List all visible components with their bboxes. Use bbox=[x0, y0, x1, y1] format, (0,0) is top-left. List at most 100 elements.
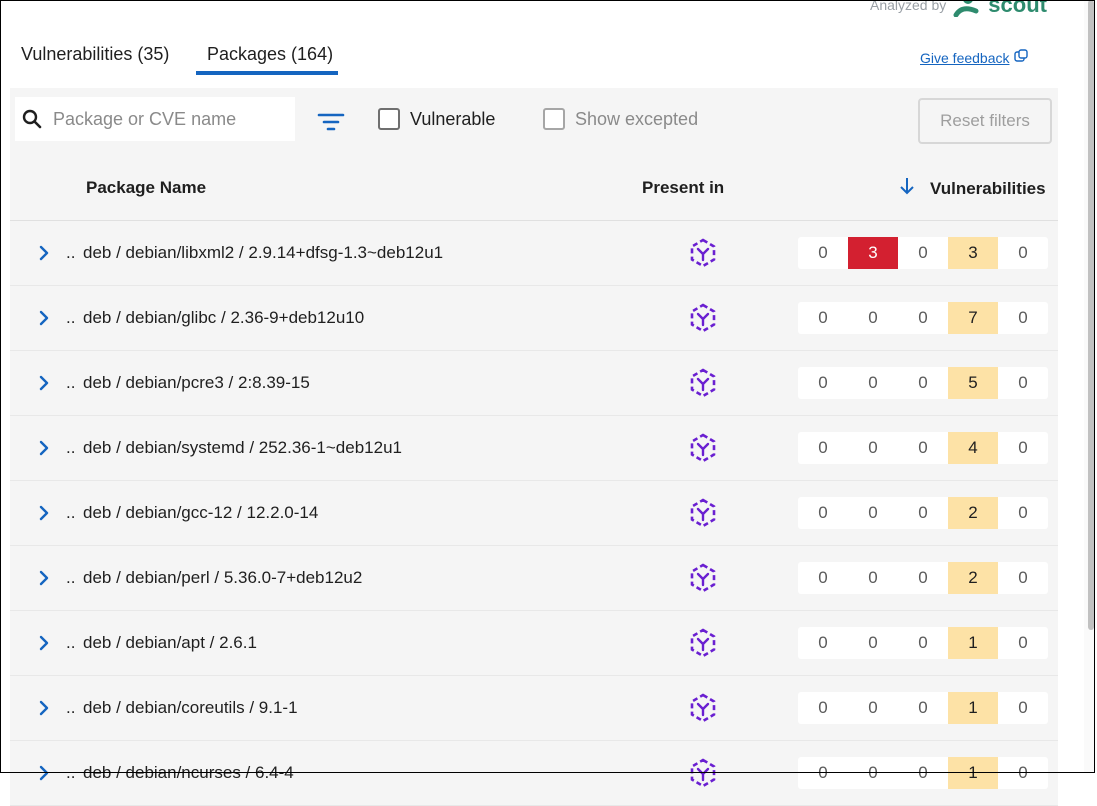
give-feedback-link[interactable]: Give feedback bbox=[920, 49, 1028, 66]
search-box[interactable] bbox=[15, 97, 295, 141]
low-count: 3 bbox=[948, 237, 998, 269]
medium-count: 0 bbox=[918, 633, 928, 652]
package-name[interactable]: deb / debian/systemd / 252.36-1~deb12u1 bbox=[83, 438, 402, 458]
give-feedback-label: Give feedback bbox=[920, 49, 1010, 66]
package-name[interactable]: deb / debian/gcc-12 / 12.2.0-14 bbox=[83, 503, 318, 523]
expand-chevron-icon[interactable] bbox=[34, 696, 54, 720]
unspecified-count: 0 bbox=[1018, 373, 1028, 392]
layer-icon[interactable] bbox=[687, 497, 719, 529]
critical-count: 0 bbox=[818, 308, 828, 327]
expand-chevron-icon[interactable] bbox=[34, 761, 54, 785]
active-tab-indicator bbox=[196, 71, 338, 75]
high-count: 0 bbox=[868, 568, 878, 587]
high-count: 0 bbox=[868, 373, 878, 392]
low-count: 1 bbox=[948, 627, 998, 659]
column-vulnerabilities-label: Vulnerabilities bbox=[930, 178, 1046, 198]
filter-icon[interactable] bbox=[317, 110, 345, 134]
table-row[interactable]: .. deb / debian/gcc-12 / 12.2.0-14 0 0 0 2 0 bbox=[10, 481, 1058, 546]
expand-chevron-icon[interactable] bbox=[34, 566, 54, 590]
expand-chevron-icon[interactable] bbox=[34, 306, 54, 330]
layer-icon[interactable] bbox=[687, 692, 719, 724]
column-present-in[interactable]: Present in bbox=[642, 178, 724, 198]
table-row[interactable]: .. deb / debian/systemd / 252.36-1~deb12u… bbox=[10, 416, 1058, 481]
critical-count: 0 bbox=[818, 373, 828, 392]
table-row[interactable]: .. deb / debian/libxml2 / 2.9.14+dfsg-1.3… bbox=[10, 221, 1058, 286]
vulnerable-checkbox[interactable]: Vulnerable bbox=[378, 108, 495, 130]
unspecified-count: 0 bbox=[1018, 568, 1028, 587]
low-count: 1 bbox=[948, 757, 998, 789]
vulnerable-checkbox-label: Vulnerable bbox=[410, 108, 496, 129]
expand-chevron-icon[interactable] bbox=[34, 501, 54, 525]
high-count: 0 bbox=[868, 698, 878, 717]
analyzed-by-label: Analyzed by bbox=[870, 0, 947, 13]
packages-table: Package Name Present in Vulnerabilities … bbox=[10, 154, 1058, 806]
layer-icon[interactable] bbox=[687, 367, 719, 399]
column-package-name[interactable]: Package Name bbox=[86, 178, 206, 198]
table-row[interactable]: .. deb / debian/coreutils / 9.1-1 0 0 0 1 0 bbox=[10, 676, 1058, 741]
critical-count: 0 bbox=[818, 503, 828, 522]
expand-chevron-icon[interactable] bbox=[34, 371, 54, 395]
layer-icon[interactable] bbox=[687, 237, 719, 269]
critical-count: 0 bbox=[818, 438, 828, 457]
package-name[interactable]: deb / debian/pcre3 / 2:8.39-15 bbox=[83, 373, 310, 393]
package-name[interactable]: deb / debian/perl / 5.36.0-7+deb12u2 bbox=[83, 568, 362, 588]
table-row[interactable]: .. deb / debian/pcre3 / 2:8.39-15 0 0 0 5 0 bbox=[10, 351, 1058, 416]
reset-filters-button[interactable]: Reset filters bbox=[918, 98, 1052, 144]
table-row[interactable]: .. deb / debian/apt / 2.6.1 0 0 0 1 0 bbox=[10, 611, 1058, 676]
vulnerability-counts: 0 0 0 2 0 bbox=[798, 562, 1048, 594]
row-prefix: .. bbox=[66, 438, 76, 457]
tab-vulnerabilities[interactable]: Vulnerabilities (35) bbox=[21, 44, 169, 65]
expand-chevron-icon[interactable] bbox=[34, 436, 54, 460]
layer-icon[interactable] bbox=[687, 757, 719, 789]
critical-count: 0 bbox=[818, 568, 828, 587]
show-excepted-checkbox-box[interactable] bbox=[543, 108, 565, 130]
unspecified-count: 0 bbox=[1018, 503, 1028, 522]
medium-count: 0 bbox=[918, 763, 928, 782]
low-count: 4 bbox=[948, 432, 998, 464]
vulnerability-counts: 0 0 0 4 0 bbox=[798, 432, 1048, 464]
layer-icon[interactable] bbox=[687, 432, 719, 464]
scrollbar-thumb[interactable] bbox=[1088, 0, 1094, 630]
vulnerable-checkbox-box[interactable] bbox=[378, 108, 400, 130]
scout-brand-name: scout bbox=[988, 0, 1047, 17]
critical-count: 0 bbox=[818, 633, 828, 652]
table-body: .. deb / debian/libxml2 / 2.9.14+dfsg-1.3… bbox=[10, 221, 1058, 806]
layer-icon[interactable] bbox=[687, 562, 719, 594]
layer-icon[interactable] bbox=[687, 302, 719, 334]
high-count: 0 bbox=[868, 438, 878, 457]
layer-icon[interactable] bbox=[687, 627, 719, 659]
high-count: 0 bbox=[868, 308, 878, 327]
critical-count: 0 bbox=[818, 243, 828, 262]
external-link-icon bbox=[1013, 49, 1028, 66]
search-icon bbox=[21, 108, 43, 130]
unspecified-count: 0 bbox=[1018, 633, 1028, 652]
vulnerability-counts: 0 0 0 1 0 bbox=[798, 627, 1048, 659]
vulnerability-counts: 0 3 0 3 0 bbox=[798, 237, 1048, 269]
medium-count: 0 bbox=[918, 243, 928, 262]
expand-chevron-icon[interactable] bbox=[34, 241, 54, 265]
critical-count: 0 bbox=[818, 698, 828, 717]
search-input[interactable] bbox=[51, 107, 295, 131]
vulnerability-counts: 0 0 0 7 0 bbox=[798, 302, 1048, 334]
row-prefix: .. bbox=[66, 633, 76, 652]
table-row[interactable]: .. deb / debian/glibc / 2.36-9+deb12u10 0 0… bbox=[10, 286, 1058, 351]
column-vulnerabilities[interactable]: Vulnerabilities bbox=[898, 176, 1046, 201]
high-count: 0 bbox=[868, 763, 878, 782]
critical-count: 0 bbox=[818, 763, 828, 782]
package-name[interactable]: deb / debian/apt / 2.6.1 bbox=[83, 633, 257, 653]
row-prefix: .. bbox=[66, 308, 76, 327]
package-name[interactable]: deb / debian/glibc / 2.36-9+deb12u10 bbox=[83, 308, 364, 328]
expand-chevron-icon[interactable] bbox=[34, 631, 54, 655]
unspecified-count: 0 bbox=[1018, 243, 1028, 262]
unspecified-count: 0 bbox=[1018, 698, 1028, 717]
show-excepted-checkbox[interactable]: Show excepted bbox=[543, 108, 698, 130]
show-excepted-checkbox-label: Show excepted bbox=[575, 108, 699, 129]
table-row[interactable]: .. deb / debian/perl / 5.36.0-7+deb12u2 0 0… bbox=[10, 546, 1058, 611]
package-name[interactable]: deb / debian/libxml2 / 2.9.14+dfsg-1.3~d… bbox=[83, 243, 443, 263]
package-name[interactable]: deb / debian/coreutils / 9.1-1 bbox=[83, 698, 298, 718]
medium-count: 0 bbox=[918, 373, 928, 392]
package-name[interactable]: deb / debian/ncurses / 6.4-4 bbox=[83, 763, 294, 783]
table-row[interactable]: .. deb / debian/ncurses / 6.4-4 0 0 0 1 0 bbox=[10, 741, 1058, 806]
tab-packages[interactable]: Packages (164) bbox=[207, 44, 333, 65]
row-prefix: .. bbox=[66, 763, 76, 782]
